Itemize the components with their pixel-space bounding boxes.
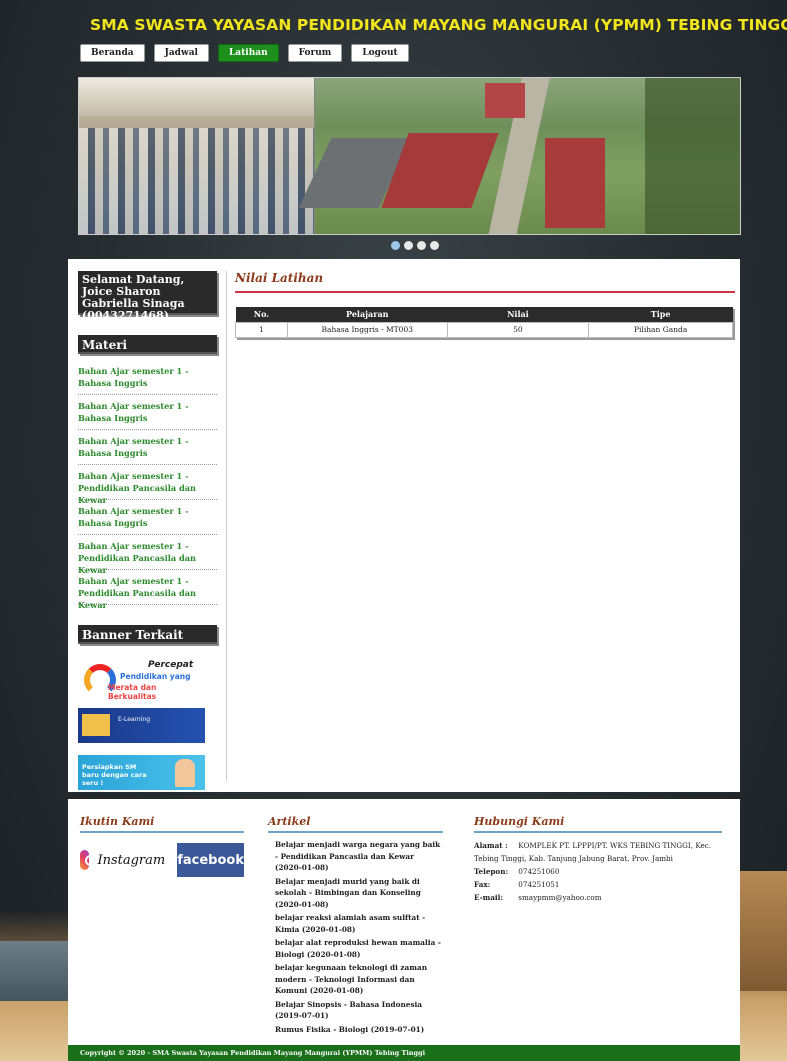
person-illustration-icon	[175, 759, 195, 787]
facebook-link[interactable]: facebook	[177, 843, 244, 877]
table-header-row: No. Pelajaran Nilai Tipe	[235, 307, 733, 322]
instagram-link[interactable]: Instagram	[97, 853, 165, 868]
cell-tipe: Pilihan Ganda	[588, 321, 733, 338]
materi-link[interactable]: Bahan Ajar semester 1 - Bahasa Inggris	[78, 430, 217, 465]
articles-heading: Artikel	[268, 815, 443, 833]
article-link[interactable]: belajar kegunaan teknologi di zaman mode…	[275, 962, 443, 997]
image-slider[interactable]	[78, 77, 741, 235]
col-nilai-header: Nilai	[447, 307, 589, 322]
phone-label: Telepon:	[474, 867, 509, 876]
banner1-line1: Percepat	[148, 660, 194, 670]
banner3-text: Persiapkan SM baru dengan cara seru !	[82, 763, 147, 787]
sidebar: Selamat Datang, Joice Sharon Gabriella S…	[78, 271, 217, 790]
nav-jadwal-button[interactable]: Jadwal	[153, 44, 209, 62]
slide-photo-campus	[298, 78, 740, 234]
welcome-box: Selamat Datang, Joice Sharon Gabriella S…	[78, 271, 217, 322]
article-link[interactable]: Belajar menjadi warga negara yang baik -…	[275, 839, 443, 874]
social-links: Instagram facebook	[80, 843, 244, 877]
banner1-line3: Merata dan Berkualitas	[108, 683, 157, 701]
slider-dot[interactable]	[404, 241, 413, 250]
page-title: Nilai Latihan	[235, 271, 735, 293]
follow-heading: Ikutin Kami	[80, 815, 244, 833]
address-label: Alamat :	[474, 841, 508, 850]
table-row: 1 Bahasa Inggris - MT003 50 Pilihan Gand…	[235, 321, 733, 338]
contact-info: Alamat : KOMPLEK PT. LPPPI/PT. WKS TEBIN…	[474, 839, 722, 904]
col-no-header: No.	[235, 307, 288, 322]
nav-logout-button[interactable]: Logout	[351, 44, 409, 62]
email-value: smaypmm@yahoo.com	[518, 893, 602, 902]
banner-heading: Banner Terkait	[78, 625, 217, 644]
banner1-line2: Pendidikan yang	[120, 672, 191, 681]
fax-value: 074251051	[518, 880, 560, 889]
article-link[interactable]: belajar reaksi alamiah asam sulftat - Ki…	[275, 912, 443, 935]
article-list: Belajar menjadi warga negara yang baik -…	[268, 839, 443, 1035]
elearning-icon	[82, 714, 110, 736]
contact-email: E-mail: smaypmm@yahoo.com	[474, 891, 722, 904]
contact-phone: Telepon: 074251060	[474, 865, 722, 878]
email-label: E-mail:	[474, 893, 503, 902]
contact-address: Alamat : KOMPLEK PT. LPPPI/PT. WKS TEBIN…	[474, 839, 722, 865]
banner-elearning[interactable]: E-Learning	[78, 708, 205, 743]
cell-nilai: 50	[446, 321, 590, 338]
banner2-text: E-Learning	[118, 716, 151, 723]
fax-label: Fax:	[474, 880, 491, 889]
footer-articles-col: Artikel Belajar menjadi warga negara yan…	[268, 815, 443, 1037]
materi-link[interactable]: Bahan Ajar semester 1 - Bahasa Inggris	[78, 360, 217, 395]
phone-value: 074251060	[518, 867, 560, 876]
materi-link[interactable]: Bahan Ajar semester 1 - Pendidikan Panca…	[78, 535, 217, 575]
slider-dots	[391, 241, 439, 250]
materi-link[interactable]: Bahan Ajar semester 1 - Bahasa Inggris	[78, 395, 217, 430]
nav-latihan-button[interactable]: Latihan	[217, 44, 279, 62]
materi-list: Bahan Ajar semester 1 - Bahasa Inggris B…	[78, 360, 217, 610]
instagram-icon[interactable]	[80, 850, 97, 870]
nav-beranda-button[interactable]: Beranda	[80, 44, 145, 62]
article-link[interactable]: Belajar menjadi murid yang baik di sekol…	[275, 876, 443, 911]
slider-dot[interactable]	[430, 241, 439, 250]
footer: Ikutin Kami Instagram facebook Artikel B…	[68, 799, 740, 1045]
article-link[interactable]: Belajar Sinopsis - Bahasa Indonesia (201…	[275, 999, 443, 1022]
nav-forum-button[interactable]: Forum	[287, 44, 343, 62]
col-pelajaran-header: Pelajaran	[287, 307, 448, 322]
main-nav: Beranda Jadwal Latihan Forum Logout	[80, 44, 409, 62]
materi-link[interactable]: Bahan Ajar semester 1 - Pendidikan Panca…	[78, 570, 217, 610]
banner-list: Percepat Pendidikan yang Merata dan Berk…	[78, 652, 217, 790]
contact-heading: Hubungi Kami	[474, 815, 722, 833]
banner-percepat-pendidikan[interactable]: Percepat Pendidikan yang Merata dan Berk…	[78, 658, 205, 701]
col-tipe-header: Tipe	[588, 307, 733, 322]
materi-link[interactable]: Bahan Ajar semester 1 - Pendidikan Panca…	[78, 465, 217, 505]
banner-persiapkan[interactable]: Persiapkan SM baru dengan cara seru !	[78, 755, 205, 790]
article-link[interactable]: Rumus Fisika - Biologi (2019-07-01)	[275, 1024, 443, 1036]
materi-link[interactable]: Bahan Ajar semester 1 - Bahasa Inggris	[78, 500, 217, 535]
grades-table: No. Pelajaran Nilai Tipe 1 Bahasa Inggri…	[235, 307, 733, 338]
footer-contact-col: Hubungi Kami Alamat : KOMPLEK PT. LPPPI/…	[474, 815, 722, 904]
column-divider	[226, 271, 227, 781]
slider-dot[interactable]	[391, 241, 400, 250]
slider-dot[interactable]	[417, 241, 426, 250]
site-title: SMA SWASTA YAYASAN PENDIDIKAN MAYANG MAN…	[90, 16, 787, 34]
footer-follow-col: Ikutin Kami Instagram facebook	[80, 815, 244, 877]
contact-fax: Fax: 074251051	[474, 878, 722, 891]
article-link[interactable]: belajar alat reproduksi hewan mamalia - …	[275, 937, 443, 960]
main-area: Nilai Latihan No. Pelajaran Nilai Tipe 1…	[235, 271, 735, 338]
content-panel: Selamat Datang, Joice Sharon Gabriella S…	[68, 259, 740, 792]
copyright-bar: Copyright © 2020 - SMA Swasta Yayasan Pe…	[68, 1045, 740, 1061]
cell-pelajaran: Bahasa Inggris - MT003	[286, 321, 448, 338]
slide-photo-students	[79, 78, 314, 234]
cell-no: 1	[235, 321, 288, 338]
materi-heading: Materi	[78, 335, 217, 354]
